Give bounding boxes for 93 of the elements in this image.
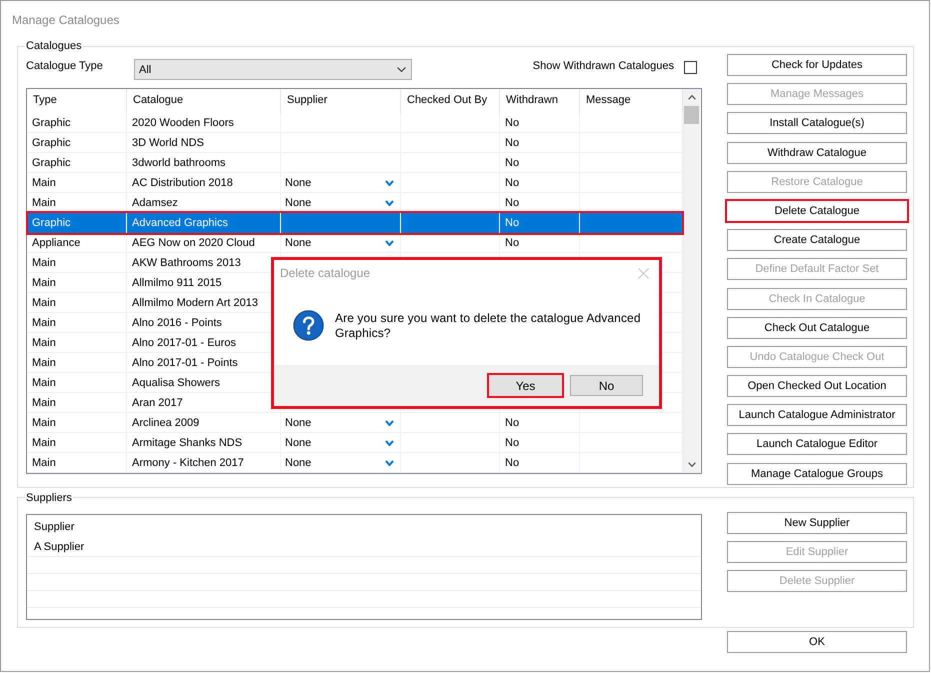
action-button[interactable]: Open Checked Out Location — [727, 375, 907, 398]
question-icon — [293, 310, 324, 341]
supplier-dropdown[interactable]: None — [281, 173, 400, 192]
table-cell: Main — [27, 253, 127, 272]
action-button[interactable]: Launch Catalogue Administrator — [727, 404, 907, 426]
action-button[interactable]: Check for Updates — [727, 54, 907, 76]
chevron-down-icon — [385, 460, 394, 466]
column-header[interactable]: Catalogue — [127, 89, 281, 113]
table-cell: Main — [27, 433, 127, 452]
table-cell: 3dworld bathrooms — [127, 153, 281, 172]
chevron-down-icon — [688, 462, 696, 467]
table-row[interactable]: Graphic 3D World NDS No — [27, 133, 683, 153]
group-label: Catalogues — [25, 39, 83, 53]
show-withdrawn-checkbox[interactable] — [684, 61, 697, 74]
table-cell: AC Distribution 2018 — [127, 173, 281, 192]
catalogue-type-select[interactable]: All — [134, 59, 412, 80]
table-cell: Graphic — [27, 211, 127, 234]
table-cell: Main — [27, 313, 127, 332]
table-cell: 2020 Wooden Floors — [127, 113, 281, 132]
list-item[interactable]: A Supplier — [27, 538, 701, 557]
table-cell: No — [500, 211, 580, 234]
table-cell: Main — [27, 293, 127, 312]
table-cell: Main — [27, 173, 127, 192]
dialog-message: Are you sure you want to delete the catalogue Advanced Graphics? — [335, 310, 642, 340]
table-row[interactable]: Main Armitage Shanks NDS None No — [27, 433, 683, 453]
chevron-up-icon — [688, 95, 696, 100]
column-header[interactable]: Checked Out By — [401, 89, 500, 113]
table-cell: No — [500, 413, 580, 432]
column-header[interactable]: Withdrawn — [500, 89, 580, 113]
table-cell: Graphic — [27, 153, 127, 172]
chevron-down-icon — [385, 240, 394, 246]
table-row[interactable]: Graphic 3dworld bathrooms No — [27, 153, 683, 173]
table-row[interactable]: Appliance AEG Now on 2020 Cloud None No — [27, 233, 683, 253]
table-row[interactable]: Main Armony - Kitchen 2017 None No — [27, 453, 683, 473]
supplier-dropdown[interactable]: None — [281, 433, 400, 452]
table-cell: No — [500, 233, 580, 252]
table-cell: No — [500, 453, 580, 472]
field-label: Catalogue Type — [26, 59, 104, 73]
action-button[interactable]: Withdraw Catalogue — [727, 142, 907, 164]
table-cell: Main — [27, 413, 127, 432]
table-cell: No — [500, 433, 580, 452]
table-row[interactable]: Main AC Distribution 2018 None No — [27, 173, 683, 193]
dialog-button[interactable]: No — [570, 375, 643, 396]
dialog-button[interactable]: Yes — [487, 373, 564, 398]
table-cell: Main — [27, 353, 127, 372]
chevron-down-icon — [397, 67, 406, 72]
table-cell: Armony - Kitchen 2017 — [127, 453, 281, 472]
table-cell: No — [500, 113, 580, 132]
table-cell: Appliance — [27, 233, 127, 252]
table-cell: Graphic — [27, 113, 127, 132]
chevron-down-icon — [385, 440, 394, 446]
chevron-down-icon — [385, 200, 394, 206]
action-button[interactable]: Check Out Catalogue — [727, 316, 907, 339]
supplier-dropdown[interactable]: None — [281, 413, 400, 432]
table-cell: AEG Now on 2020 Cloud — [127, 233, 281, 252]
table-cell: No — [500, 173, 580, 192]
supplier-dropdown[interactable]: None — [281, 193, 400, 212]
column-header[interactable]: Type — [27, 89, 127, 113]
scrollbar-thumb[interactable] — [684, 106, 699, 124]
scrollbar[interactable] — [683, 89, 700, 473]
column-header[interactable]: Supplier — [27, 514, 701, 539]
table-row[interactable]: Main Arclinea 2009 None No — [27, 413, 683, 433]
action-button[interactable]: Delete Catalogue — [725, 198, 909, 223]
action-button[interactable]: Create Catalogue — [727, 229, 907, 252]
checkbox-label: Show Withdrawn Catalogues — [532, 59, 674, 73]
table-cell: 3D World NDS — [127, 133, 281, 152]
action-button[interactable]: Install Catalogue(s) — [727, 112, 907, 134]
window-title: Manage Catalogues — [12, 13, 120, 27]
close-icon[interactable] — [638, 268, 649, 278]
group-label: Suppliers — [25, 490, 73, 505]
chevron-down-icon — [385, 180, 394, 186]
table-cell: Main — [27, 333, 127, 352]
table-row[interactable]: Graphic 2020 Wooden Floors No — [27, 113, 683, 133]
table-cell: Main — [27, 373, 127, 392]
table-cell: Main — [27, 453, 127, 472]
chevron-down-icon — [385, 420, 394, 426]
table-cell: Main — [27, 393, 127, 412]
table-cell: Advanced Graphics — [127, 211, 281, 234]
table-cell: Graphic — [27, 133, 127, 152]
table-cell: No — [500, 133, 580, 152]
supplier-dropdown[interactable]: None — [281, 453, 400, 472]
supplier-dropdown[interactable]: None — [281, 233, 400, 252]
action-button[interactable]: Manage Catalogue Groups — [727, 462, 907, 485]
selected-row[interactable]: Graphic Advanced Graphics No — [26, 211, 684, 235]
dialog-title: Delete catalogue — [280, 266, 370, 280]
ok-button[interactable]: OK — [727, 630, 907, 653]
table-cell: Arclinea 2009 — [127, 413, 281, 432]
table-cell: Main — [27, 273, 127, 292]
action-button[interactable]: Launch Catalogue Editor — [727, 433, 907, 456]
table-cell: Armitage Shanks NDS — [127, 433, 281, 452]
column-header[interactable]: Supplier — [281, 89, 401, 113]
table-cell: No — [500, 153, 580, 172]
action-button[interactable]: New Supplier — [727, 512, 907, 534]
